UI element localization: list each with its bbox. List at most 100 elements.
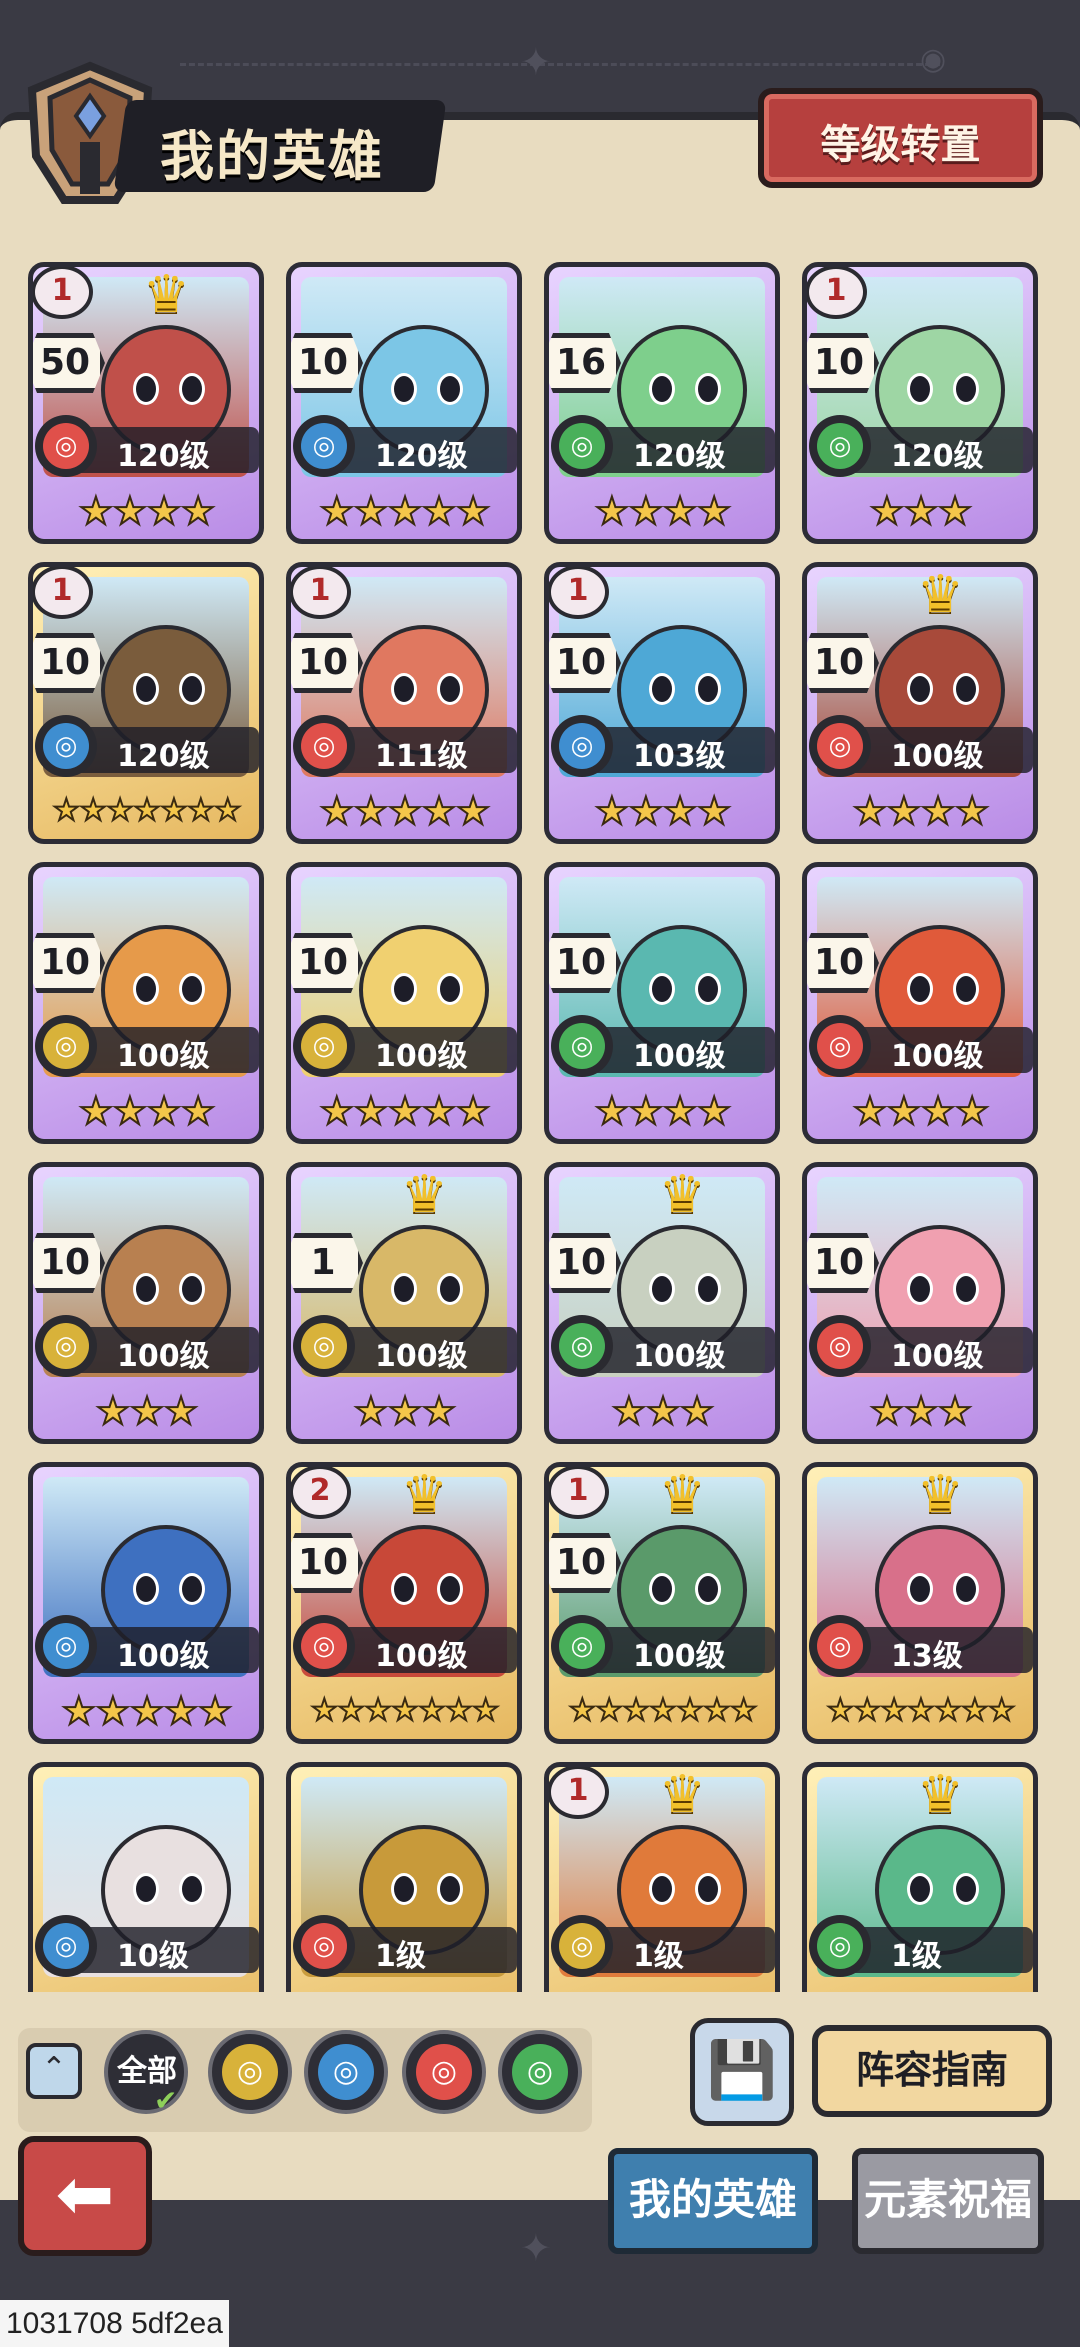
- star-icon: ★: [852, 1088, 888, 1134]
- back-button[interactable]: ⬅: [18, 2136, 152, 2256]
- star-icon: ★: [353, 1088, 389, 1134]
- filter-wind-button[interactable]: ◎: [498, 2030, 582, 2114]
- hero-grid[interactable]: ♛ 1 50 120级 ◎ ★★★★ 10 120级 ◎ ★★★★★ 16 120级 ◎ ★★★★ 1 10 1…: [28, 262, 1048, 1992]
- hero-eye: [649, 1273, 675, 1305]
- hero-card[interactable]: 1 10 103级 ◎ ★★★★: [544, 562, 780, 844]
- star-icon: ★: [319, 1088, 355, 1134]
- level-bar: 120级: [331, 427, 517, 474]
- hero-card[interactable]: ♛ 1 50 120级 ◎ ★★★★: [28, 262, 264, 544]
- hero-card[interactable]: ♛ 10 100级 ◎ ★★★: [544, 1162, 780, 1444]
- star-icon: ★: [696, 788, 732, 834]
- count-badge: 16: [549, 333, 621, 393]
- star-icon: ★: [628, 1088, 664, 1134]
- count-badge: 10: [291, 333, 363, 393]
- level-bar: 111级: [331, 727, 517, 774]
- hero-card[interactable]: ♛ 1 10 100级 ◎ ★★★★★★★: [544, 1462, 780, 1744]
- hero-card[interactable]: 10 100级 ◎ ★★★★: [802, 862, 1038, 1144]
- star-rating: ★★★: [297, 1385, 513, 1437]
- wind-element-icon: ◎: [817, 423, 863, 469]
- star-icon: ★: [886, 788, 922, 834]
- filter-earth-button[interactable]: ◎: [208, 2030, 292, 2114]
- star-rating: ★★★★: [813, 1085, 1029, 1137]
- star-icon: ★: [353, 788, 389, 834]
- hero-card[interactable]: 10 100级 ◎ ★★★★: [28, 862, 264, 1144]
- star-icon: ★: [675, 1692, 704, 1729]
- save-lineup-button[interactable]: 💾: [690, 2018, 794, 2126]
- level-bar: 13级: [847, 1627, 1033, 1674]
- hero-card[interactable]: 10 100级 ◎ ★★★: [802, 1162, 1038, 1444]
- hero-eye: [953, 1273, 979, 1305]
- tab-my-heroes[interactable]: 我的英雄: [608, 2148, 818, 2254]
- star-icon: ★: [645, 1388, 681, 1434]
- hero-eye: [907, 373, 933, 405]
- hero-level: 1级: [633, 1939, 684, 1974]
- star-icon: ★: [78, 1088, 114, 1134]
- earth-element-badge: ◎: [551, 1915, 613, 1977]
- hero-level: 100级: [633, 1339, 726, 1374]
- hero-eye: [391, 673, 417, 705]
- hero-card[interactable]: 1级 ◎: [286, 1762, 522, 1992]
- filter-all-button[interactable]: 全部 ✔: [104, 2030, 188, 2117]
- hero-level: 120级: [891, 439, 984, 474]
- count-badge: 10: [549, 1533, 621, 1593]
- hero-card[interactable]: ♛ 2 10 100级 ◎ ★★★★★★★: [286, 1462, 522, 1744]
- star-icon: ★: [852, 788, 888, 834]
- fire-element-icon: ◎: [301, 1923, 347, 1969]
- earth-element-icon: ◎: [301, 1323, 347, 1369]
- hero-level: 120级: [117, 439, 210, 474]
- star-icon: ★: [112, 1088, 148, 1134]
- star-icon: ★: [649, 1692, 678, 1729]
- level-bar: 100级: [589, 1027, 775, 1074]
- lineup-guide-button[interactable]: 阵容指南: [812, 2025, 1052, 2117]
- hero-level: 100级: [891, 1039, 984, 1074]
- hero-card[interactable]: 100级 ◎ ★★★★★: [28, 1462, 264, 1744]
- hero-card[interactable]: ♛ 1 100级 ◎ ★★★: [286, 1162, 522, 1444]
- level-bar: 120级: [73, 427, 259, 474]
- star-icon: ★: [133, 792, 162, 829]
- hero-eye: [649, 1873, 675, 1905]
- hero-eye: [695, 1573, 721, 1605]
- count-badge: 10: [807, 933, 879, 993]
- hero-eye: [907, 1573, 933, 1605]
- count-badge: 1: [291, 1233, 363, 1293]
- page-title: 我的英雄: [160, 125, 384, 188]
- sparkle-icon: ✦: [520, 2226, 552, 2270]
- hero-card[interactable]: 1 10 120级 ◎ ★★★: [802, 262, 1038, 544]
- hero-eye: [953, 1873, 979, 1905]
- hero-level: 120级: [375, 439, 468, 474]
- hero-eye: [179, 673, 205, 705]
- hero-level: 100级: [891, 1339, 984, 1374]
- hero-card[interactable]: ♛ 1级 ◎: [802, 1762, 1038, 1992]
- star-rating: ★★★★★★★: [39, 785, 255, 837]
- hero-card[interactable]: 16 120级 ◎ ★★★★: [544, 262, 780, 544]
- water-element-badge: ◎: [35, 1915, 97, 1977]
- wind-element-icon: ◎: [559, 1023, 605, 1069]
- hero-eye: [133, 1273, 159, 1305]
- hero-eye: [437, 1273, 463, 1305]
- hero-card[interactable]: 1 10 111级 ◎ ★★★★★: [286, 562, 522, 844]
- hero-eye: [649, 673, 675, 705]
- hero-card[interactable]: ♛ 10 100级 ◎ ★★★★: [802, 562, 1038, 844]
- hero-card[interactable]: 10 100级 ◎ ★★★★: [544, 862, 780, 1144]
- level-bar: 120级: [589, 427, 775, 474]
- hero-card[interactable]: ♛ 1 1级 ◎: [544, 1762, 780, 1992]
- star-icon: ★: [106, 792, 135, 829]
- hero-card[interactable]: 10 120级 ◎ ★★★★★: [286, 262, 522, 544]
- filter-water-button[interactable]: ◎: [304, 2030, 388, 2114]
- hero-card[interactable]: 10 100级 ◎ ★★★★★: [286, 862, 522, 1144]
- hero-level: 1级: [891, 1939, 942, 1974]
- hero-card[interactable]: 1 10 120级 ◎ ★★★★★★★: [28, 562, 264, 844]
- wind-element-icon: ◎: [559, 1623, 605, 1669]
- tab-element-blessing[interactable]: 元素祝福: [852, 2148, 1044, 2254]
- hero-card[interactable]: ♛ 13级 ◎ ★★★★★★★: [802, 1462, 1038, 1744]
- star-icon: ★: [353, 1388, 389, 1434]
- wind-element-icon: ◎: [817, 1923, 863, 1969]
- crown-icon: ♛: [917, 565, 964, 625]
- hero-card[interactable]: 10 100级 ◎ ★★★: [28, 1162, 264, 1444]
- level-reset-button[interactable]: 等级转置: [758, 88, 1043, 188]
- filter-fire-button[interactable]: ◎: [402, 2030, 486, 2114]
- hero-card[interactable]: 10级 ◎: [28, 1762, 264, 1992]
- star-icon: ★: [933, 1692, 962, 1729]
- hero-eye: [133, 973, 159, 1005]
- collapse-button[interactable]: ⌃: [26, 2043, 82, 2099]
